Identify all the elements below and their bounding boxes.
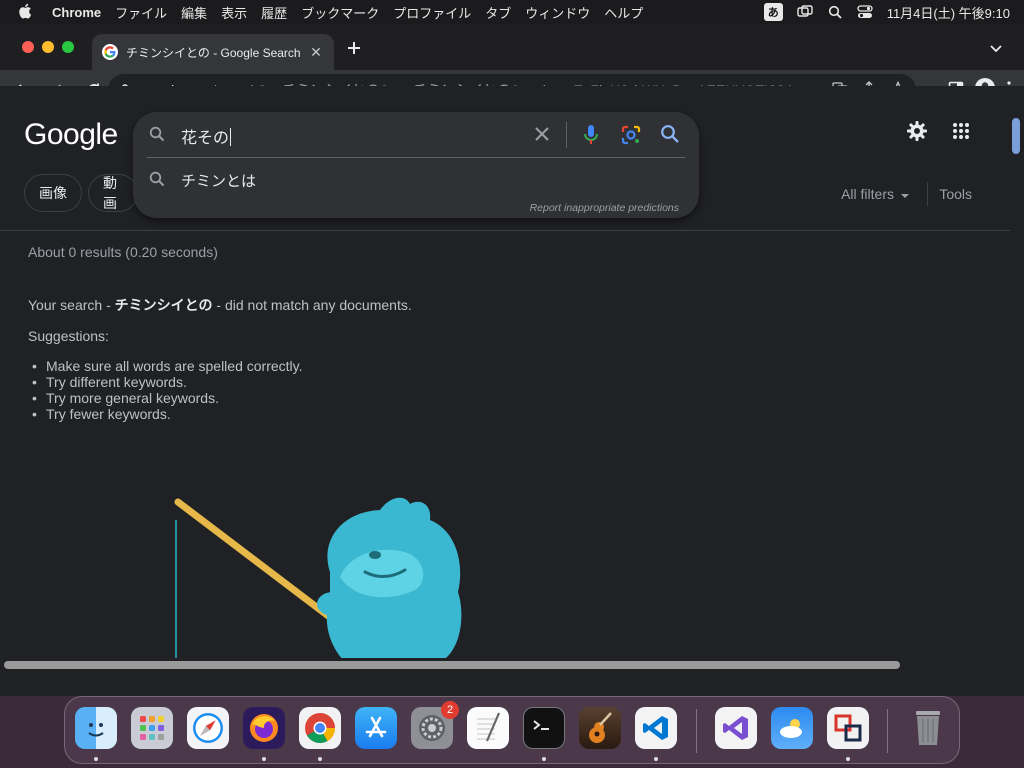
suggestion-item: Try more general keywords. [32,390,303,406]
all-filters-dropdown[interactable]: All filters [841,186,910,202]
search-results-page: Google 画像 動画 花その チミンとは Report inappropri… [0,86,1010,662]
suggestions-list: Make sure all words are spelled correctl… [32,358,303,422]
spotlight-search-icon[interactable] [827,5,843,19]
vertical-scroll-thumb[interactable] [1012,118,1020,154]
menu-view[interactable]: 表示 [221,3,247,22]
search-query-text: 花その [181,130,230,147]
report-predictions-link[interactable]: Report inappropriate predictions [530,202,679,214]
app-store-icon[interactable] [355,707,397,749]
search-box: 花その チミンとは Report inappropriate predictio… [133,112,699,218]
running-indicator [318,757,322,761]
google-lens-icon[interactable] [620,124,642,151]
window-controls [22,41,74,53]
autocomplete-suggestion[interactable]: チミンとは [133,162,699,196]
vertical-scrollbar[interactable] [1010,86,1024,662]
tab-title: チミンシイとの - Google Search [126,45,301,60]
dropdown-caret-icon [900,186,910,202]
menu-bookmarks[interactable]: ブックマーク [301,3,379,22]
apple-icon[interactable] [18,3,38,22]
menu-window[interactable]: ウィンドウ [525,3,590,22]
macos-dock: 2 [64,696,960,764]
no-match-suffix: - did not match any documents. [212,297,412,313]
suggestion-item: Try fewer keywords. [32,406,303,422]
voice-search-mic-icon[interactable] [582,124,600,151]
google-logo[interactable]: Google [24,118,118,152]
settings-gear-icon[interactable] [906,120,928,147]
trash-icon[interactable] [907,707,949,749]
tab-close-icon[interactable]: ✕ [308,44,324,61]
close-window-button[interactable] [22,41,34,53]
horizontal-scroll-thumb[interactable] [4,661,900,669]
google-favicon-icon [102,44,118,60]
result-stats: About 0 results (0.20 seconds) [28,244,218,260]
results-divider [0,230,1010,231]
menu-history[interactable]: 履歴 [261,3,287,22]
running-indicator [654,757,658,761]
menu-file[interactable]: ファイル [115,3,167,22]
chrome-icon[interactable] [299,707,341,749]
textedit-icon[interactable] [467,707,509,749]
no-match-prefix: Your search - [28,297,115,313]
search-input[interactable]: 花その [181,124,232,148]
no-match-message: Your search - チミンシイとの - did not match an… [28,295,412,315]
firefox-icon[interactable] [243,707,285,749]
dock-separator [887,709,888,753]
launchpad-icon[interactable] [131,707,173,749]
terminal-icon[interactable] [523,707,565,749]
menu-tab[interactable]: タブ [485,3,511,22]
all-filters-label: All filters [841,186,894,202]
control-center-icon[interactable] [857,5,873,19]
tab-strip: チミンシイとの - Google Search ✕ [0,24,1024,70]
search-divider [566,122,567,148]
autocomplete-separator [147,157,685,158]
menu-app-name[interactable]: Chrome [52,5,101,20]
menu-bar: Chrome ファイル 編集 表示 履歴 ブックマーク プロファイル タブ ウィ… [0,0,1024,24]
text-caret [230,128,232,146]
menu-profiles[interactable]: プロファイル [393,3,471,22]
new-tab-button[interactable] [344,38,364,61]
parallels-icon[interactable] [827,707,869,749]
horizontal-scrollbar[interactable] [0,658,1024,672]
weather-icon[interactable] [771,707,813,749]
search-icon [149,126,165,147]
menu-help[interactable]: ヘルプ [604,3,643,22]
input-method-indicator[interactable]: あ [763,3,783,21]
running-indicator [262,757,266,761]
zoom-window-button[interactable] [62,41,74,53]
system-settings-icon[interactable]: 2 [411,701,459,749]
running-indicator [94,757,98,761]
visual-studio-icon[interactable] [715,707,757,749]
garageband-icon[interactable] [579,707,621,749]
suggestion-search-icon [149,171,165,192]
google-apps-grid-icon[interactable] [952,122,970,145]
clear-search-icon[interactable] [533,125,551,148]
running-indicator [846,757,850,761]
minimize-window-button[interactable] [42,41,54,53]
no-match-query: チミンシイとの [114,297,213,313]
suggestion-item: Make sure all words are spelled correctl… [32,358,302,374]
tools-button[interactable]: Tools [939,186,972,202]
menu-clock[interactable]: 11月4日(土) 午後9:10 [887,3,1010,22]
suggestion-item: Try different keywords. [32,374,303,390]
notification-badge: 2 [441,701,459,719]
search-submit-icon[interactable] [660,124,680,149]
fishing-monster-illustration [170,482,480,667]
safari-icon[interactable] [187,707,229,749]
menu-edit[interactable]: 編集 [181,3,207,22]
suggestions-heading: Suggestions: [28,328,109,344]
suggestion-text: チミンとは [181,173,257,190]
filters-divider [927,182,928,206]
chip-videos[interactable]: 動画 [88,174,138,212]
tab-google-search[interactable]: チミンシイとの - Google Search ✕ [92,34,334,70]
tab-search-chevron-icon[interactable] [990,40,1002,58]
screen-mirroring-icon[interactable] [796,5,813,19]
finder-icon[interactable] [75,707,117,749]
vscode-icon[interactable] [635,707,677,749]
dock-separator [696,709,697,753]
chip-images[interactable]: 画像 [24,174,82,212]
running-indicator [542,757,546,761]
